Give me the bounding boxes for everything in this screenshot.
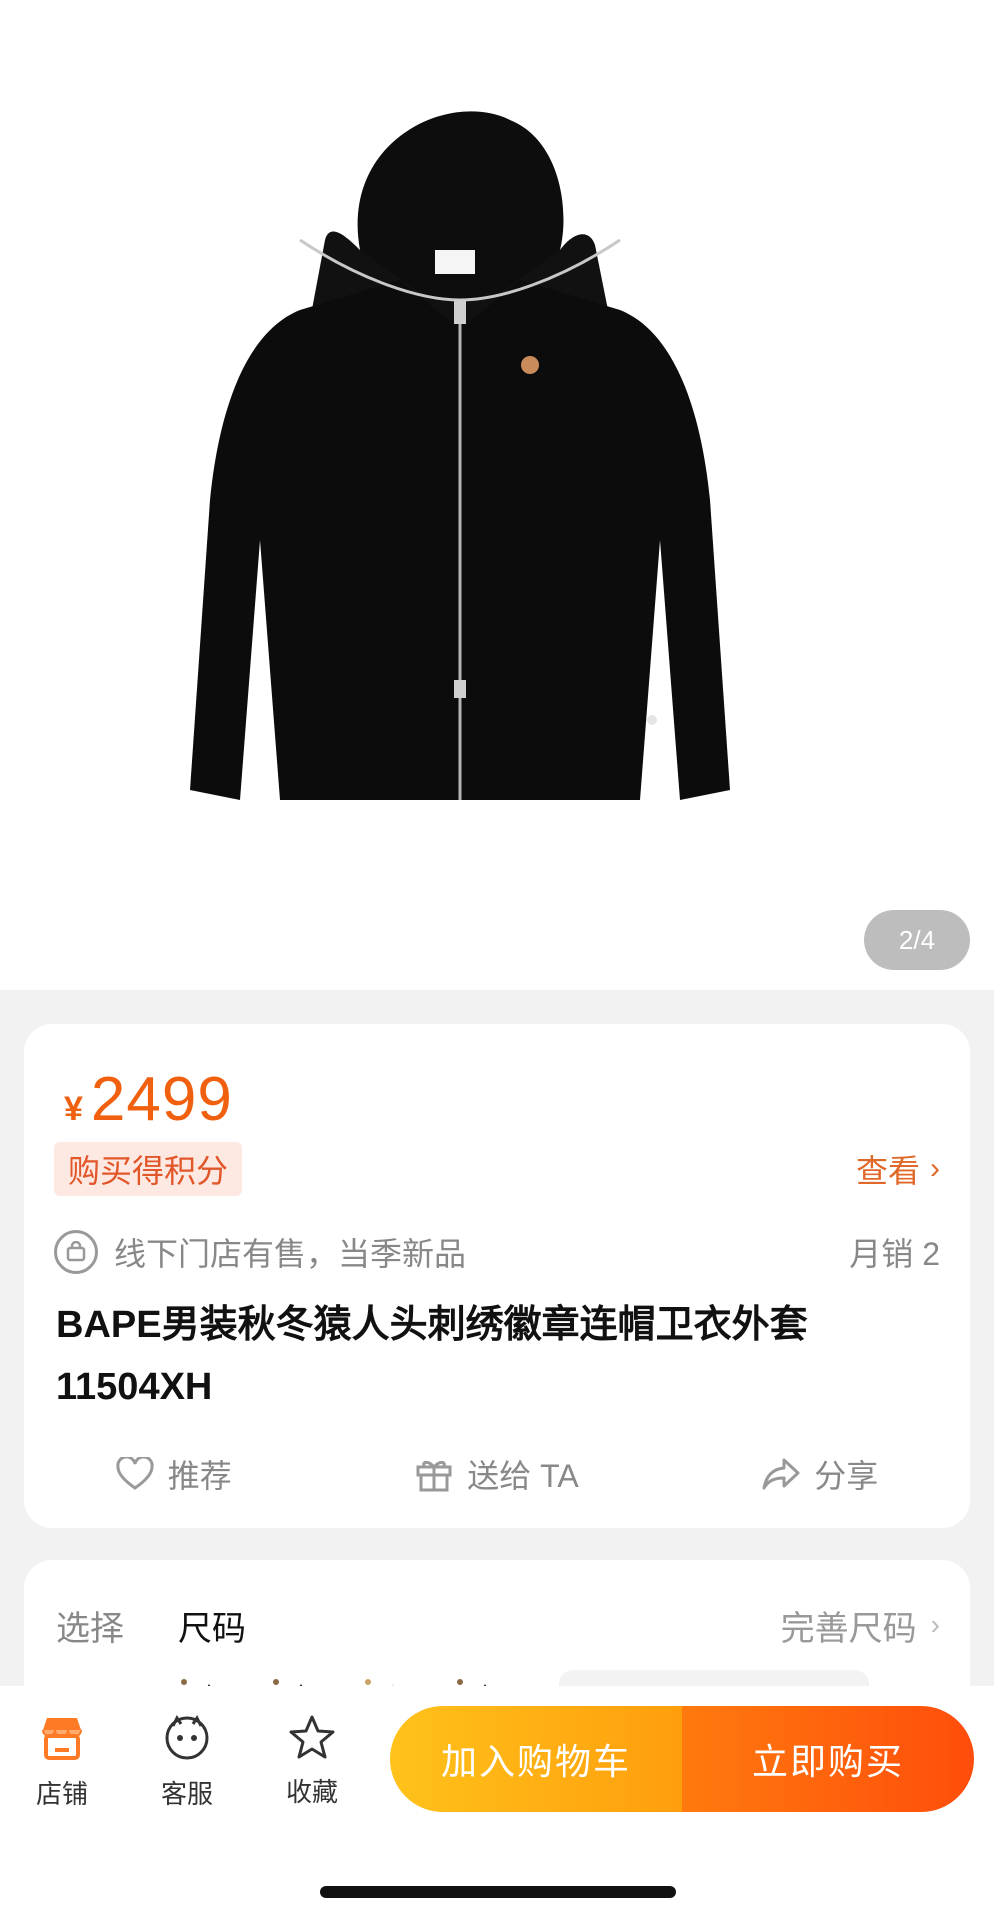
chevron-right-icon: › — [930, 1152, 940, 1185]
complete-size-label: 完善尺码 — [780, 1609, 917, 1648]
product-image-gallery[interactable]: 2/4 — [0, 0, 994, 990]
monthly-sales: 月销 2 — [849, 1236, 940, 1272]
star-icon — [289, 1715, 335, 1759]
shopping-bag-icon — [54, 1230, 98, 1274]
product-image-hoodie — [190, 111, 730, 800]
view-link-label: 查看 — [855, 1153, 920, 1189]
home-indicator[interactable] — [320, 1886, 676, 1898]
select-label: 选择 — [56, 1609, 124, 1648]
purchase-button-group: 加入购物车 立即购买 — [390, 1706, 974, 1812]
favorite-label: 收藏 — [285, 1777, 338, 1807]
gift-icon — [416, 1460, 452, 1492]
heart-icon — [116, 1457, 154, 1490]
bottom-action-bar: 店铺 客服 收藏 加入购物车 立即购买 — [0, 1686, 994, 1920]
share-button[interactable]: 分享 — [762, 1451, 878, 1497]
share-icon — [762, 1458, 800, 1490]
gift-label: 送给 TA — [467, 1458, 579, 1494]
add-to-cart-button[interactable]: 加入购物车 — [390, 1706, 682, 1812]
size-select-row[interactable]: 选择 尺码 完善尺码 › — [56, 1600, 940, 1650]
gift-button[interactable]: 送给 TA — [415, 1451, 579, 1497]
share-label: 分享 — [814, 1458, 879, 1494]
customer-service-button[interactable]: 客服 — [137, 1714, 237, 1811]
select-value: 尺码 — [178, 1609, 246, 1648]
favorite-button[interactable]: 收藏 — [262, 1714, 362, 1809]
store-availability-row: 线下门店有售，当季新品 月销 2 — [54, 1224, 940, 1280]
store-note: 线下门店有售，当季新品 — [114, 1236, 467, 1272]
store-icon — [42, 1718, 82, 1760]
chevron-right-icon: › — [930, 1609, 940, 1640]
currency-symbol: ¥ — [64, 1090, 83, 1128]
store-label: 店铺 — [35, 1779, 88, 1809]
product-title: BAPE男装秋冬猿人头刺绣徽章连帽卫衣外套11504XH — [56, 1304, 808, 1408]
customer-service-icon — [165, 1715, 209, 1760]
complete-size-link[interactable]: 完善尺码 › — [781, 1601, 940, 1650]
price-value: 2499 — [90, 1065, 233, 1134]
buy-now-button[interactable]: 立即购买 — [682, 1706, 974, 1812]
view-points-link[interactable]: 查看 › — [856, 1146, 940, 1192]
customer-service-label: 客服 — [160, 1779, 213, 1809]
recommend-label: 推荐 — [167, 1458, 232, 1494]
store-nav-button[interactable]: 店铺 — [12, 1714, 112, 1811]
gallery-pager: 2/4 — [864, 910, 970, 970]
price: ¥ 2499 — [64, 1064, 233, 1135]
recommend-button[interactable]: 推荐 — [116, 1451, 232, 1497]
product-actions: 推荐 送给 TA 分享 — [24, 1444, 970, 1504]
product-info-card: ¥ 2499 购买得积分 查看 › 线下门店有售，当季新品 月销 2 BAPE男… — [24, 1024, 970, 1528]
points-badge: 购买得积分 — [54, 1142, 243, 1196]
